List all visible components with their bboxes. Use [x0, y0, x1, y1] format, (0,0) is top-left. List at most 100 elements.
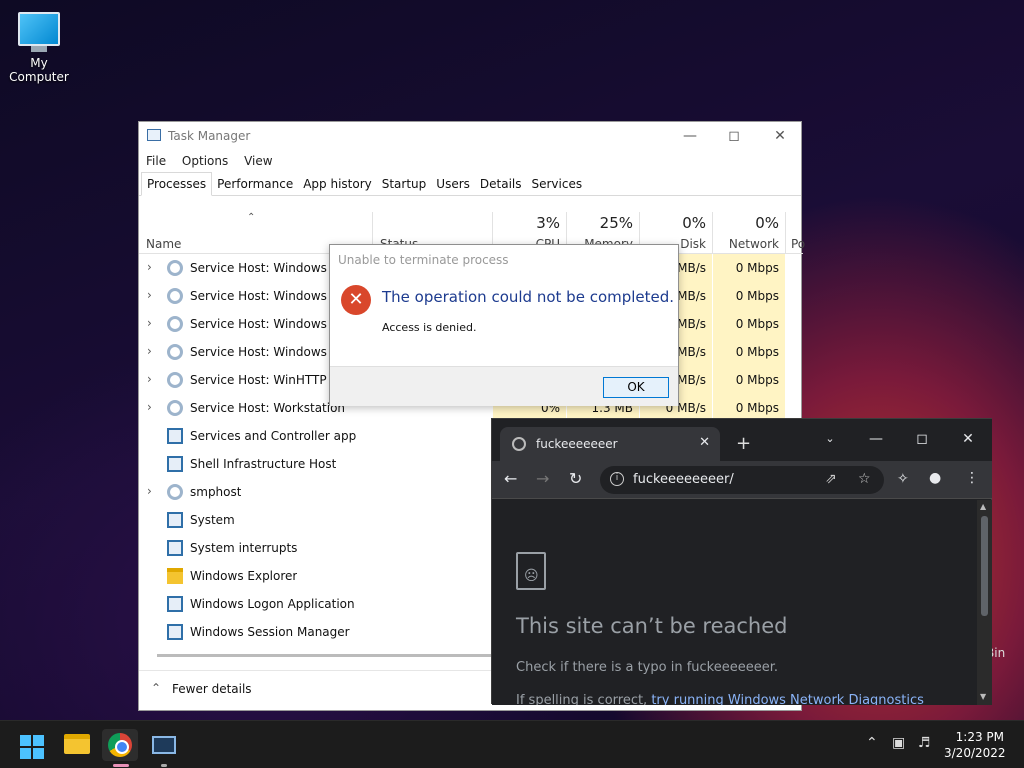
tab-close-icon[interactable]: ✕ — [699, 435, 710, 450]
app-window-icon — [167, 428, 183, 444]
clock-date: 3/20/2022 — [944, 746, 1006, 760]
tab-processes[interactable]: Processes — [141, 172, 213, 196]
globe-icon — [512, 437, 526, 451]
gear-icon — [167, 400, 183, 416]
maximize-button[interactable]: ◻ — [902, 425, 942, 453]
error-hint: Check if there is a typo in fuckeeeeeeer… — [516, 660, 778, 675]
minimize-button[interactable]: — — [667, 122, 713, 150]
expand-chevron-icon[interactable]: › — [147, 484, 152, 498]
vertical-scrollbar[interactable]: ▲ ▼ — [977, 500, 992, 705]
maximize-button[interactable]: ◻ — [711, 122, 757, 150]
star-icon[interactable]: ☆ — [858, 471, 871, 487]
active-indicator — [113, 764, 129, 767]
expand-chevron-icon[interactable]: › — [147, 260, 152, 274]
task-manager-app-icon — [147, 129, 161, 141]
close-button[interactable]: ✕ — [948, 425, 988, 453]
chevron-up-icon[interactable]: ⌃ — [866, 735, 878, 751]
forward-arrow-icon[interactable]: → — [536, 469, 549, 488]
browser-tab[interactable]: fuckeeeeeeer ✕ — [500, 427, 720, 461]
chevron-up-icon: ⌃ — [151, 681, 162, 695]
gear-icon — [167, 316, 183, 332]
dialog-message: The operation could not be completed. — [382, 288, 675, 306]
gear-icon — [167, 484, 183, 500]
file-explorer-icon[interactable] — [64, 734, 90, 754]
page-content: ☹ This site can’t be reached Check if th… — [492, 500, 977, 705]
close-button[interactable]: ✕ — [757, 122, 803, 150]
chrome-icon[interactable] — [108, 733, 132, 757]
gear-icon — [167, 344, 183, 360]
menu-file[interactable]: File — [146, 150, 166, 172]
expand-chevron-icon[interactable]: › — [147, 288, 152, 302]
gear-icon — [167, 260, 183, 276]
scroll-up-icon[interactable]: ▲ — [980, 502, 986, 511]
tab-performance[interactable]: Performance — [212, 173, 298, 197]
network-icon[interactable]: ▣ — [892, 735, 905, 751]
clock[interactable]: 1:23 PM 3/20/2022 — [944, 729, 1006, 761]
expand-chevron-icon[interactable]: › — [147, 316, 152, 330]
tab-app-history[interactable]: App history — [298, 173, 377, 197]
diagnostics-link[interactable]: try running Windows Network Diagnostics — [651, 693, 924, 705]
menu-view[interactable]: View — [244, 150, 272, 172]
gear-icon — [167, 288, 183, 304]
horizontal-scrollbar[interactable] — [157, 654, 497, 657]
profile-icon[interactable]: ● — [929, 470, 941, 486]
minimize-button[interactable]: — — [856, 425, 896, 453]
dialog-detail: Access is denied. — [382, 321, 477, 334]
tab-strip[interactable]: fuckeeeeeeer ✕ + ⌄ — ◻ ✕ — [492, 419, 992, 461]
app-window-icon — [167, 456, 183, 472]
error-icon: ✕ — [341, 285, 371, 315]
computer-icon — [18, 12, 60, 46]
error-dialog: Unable to terminate process ✕ The operat… — [329, 244, 679, 406]
column-power[interactable]: Po — [786, 212, 805, 254]
tab-details[interactable]: Details — [475, 173, 527, 197]
share-icon[interactable]: ⇗ — [825, 471, 837, 487]
app-window-icon — [167, 596, 183, 612]
tab-startup[interactable]: Startup — [377, 173, 432, 197]
chrome-window: fuckeeeeeeer ✕ + ⌄ — ◻ ✕ ← → ↻ i fuckeee… — [491, 418, 992, 705]
scroll-thumb[interactable] — [981, 516, 988, 616]
extensions-icon[interactable]: ✧ — [897, 471, 909, 487]
menu-dots-icon[interactable]: ⋮ — [965, 470, 979, 486]
address-bar[interactable]: i fuckeeeeeeeer/ ⇗ ☆ — [600, 466, 884, 494]
new-tab-button[interactable]: + — [736, 433, 751, 454]
taskbar: ⌃ ▣ ♬ 1:23 PM 3/20/2022 — [0, 720, 1024, 768]
ok-button[interactable]: OK — [603, 377, 669, 398]
app-window-icon — [167, 540, 183, 556]
sad-page-icon: ☹ — [516, 552, 546, 590]
expand-chevron-icon[interactable]: › — [147, 400, 152, 414]
fewer-details-button[interactable]: Fewer details — [172, 682, 252, 696]
dialog-title: Unable to terminate process — [338, 253, 509, 267]
error-heading: This site can’t be reached — [516, 614, 788, 638]
menu-bar: File Options View — [139, 150, 801, 172]
expand-chevron-icon[interactable]: › — [147, 344, 152, 358]
folder-icon — [167, 568, 183, 584]
window-title: Task Manager — [168, 129, 251, 143]
tab-bar: Processes Performance App history Startup Us… — [139, 172, 801, 196]
task-manager-titlebar[interactable]: Task Manager — ◻ ✕ — [139, 122, 801, 150]
column-network[interactable]: 0% Network — [713, 212, 786, 254]
sort-arrow-icon: ⌃ — [247, 212, 256, 223]
running-indicator — [161, 764, 167, 767]
url-text[interactable]: fuckeeeeeeeer/ — [633, 472, 734, 487]
tab-search-button[interactable]: ⌄ — [810, 425, 850, 453]
reload-icon[interactable]: ↻ — [569, 469, 582, 488]
volume-icon[interactable]: ♬ — [918, 735, 931, 751]
app-window-icon — [167, 624, 183, 640]
task-manager-icon[interactable] — [152, 736, 176, 754]
menu-options[interactable]: Options — [182, 150, 228, 172]
start-button[interactable] — [20, 735, 44, 759]
tab-services[interactable]: Services — [527, 173, 588, 197]
clock-time: 1:23 PM — [955, 730, 1004, 744]
back-arrow-icon[interactable]: ← — [504, 469, 517, 488]
expand-chevron-icon[interactable]: › — [147, 372, 152, 386]
app-window-icon — [167, 512, 183, 528]
scroll-down-icon[interactable]: ▼ — [980, 692, 986, 701]
gear-icon — [167, 372, 183, 388]
tab-users[interactable]: Users — [431, 173, 475, 197]
browser-toolbar: ← → ↻ i fuckeeeeeeeer/ ⇗ ☆ ✧ ● ⋮ — [492, 461, 992, 499]
desktop-icon-label: My Computer — [9, 56, 69, 84]
desktop-icon-my-computer[interactable]: My Computer — [0, 8, 78, 84]
dialog-button-bar: OK — [330, 366, 678, 406]
error-suggestion: If spelling is correct, try running Wind… — [516, 693, 924, 705]
site-info-icon[interactable]: i — [610, 472, 624, 486]
